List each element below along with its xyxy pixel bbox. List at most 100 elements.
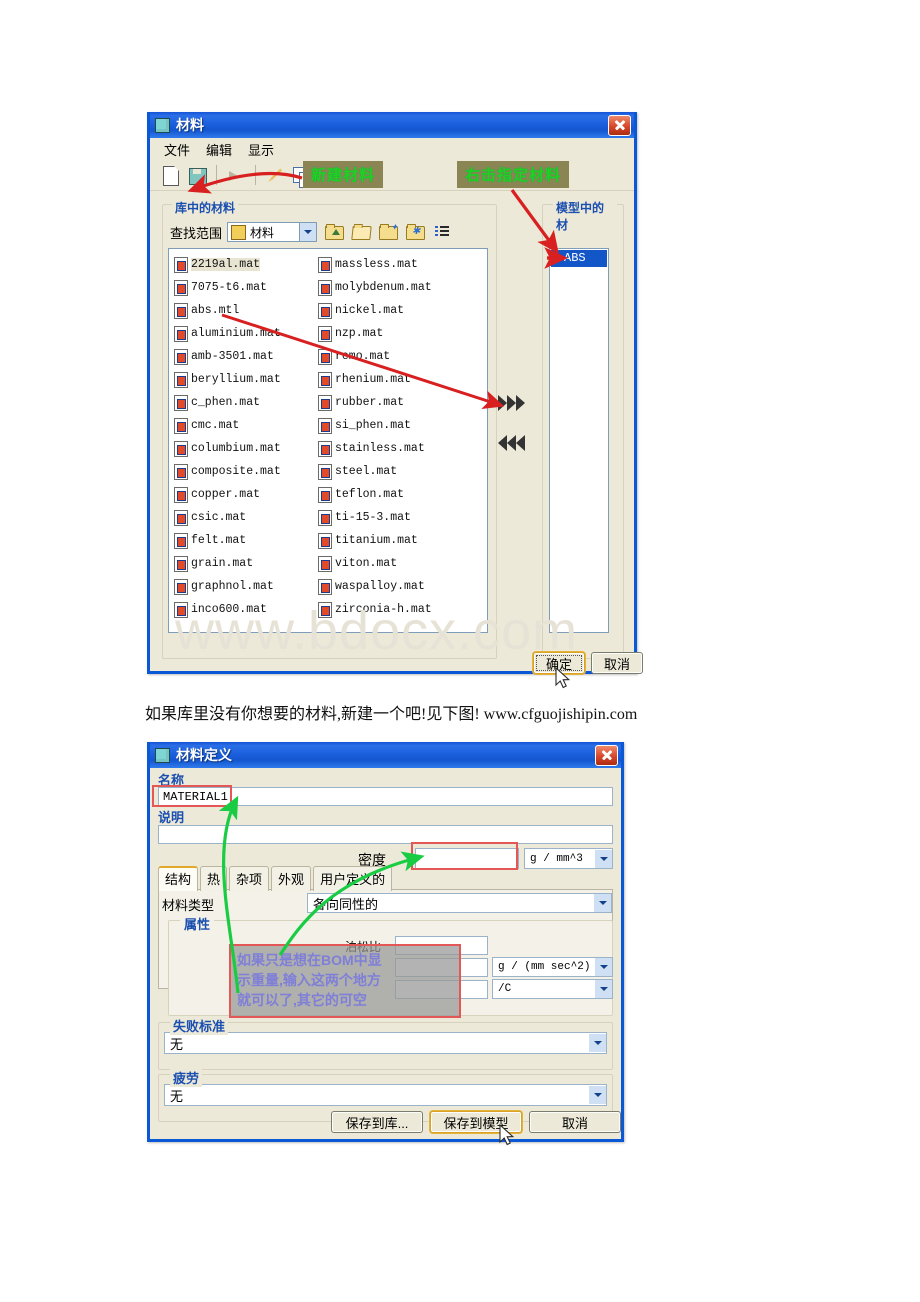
list-item[interactable]: 2219al.mat xyxy=(174,253,314,276)
library-file-list[interactable]: 2219al.mat massless.mat 7075-t6.mat molybde… xyxy=(168,248,488,633)
close-icon[interactable] xyxy=(608,114,631,136)
name-input[interactable]: MATERIAL1 xyxy=(158,787,613,806)
material-dialog-titlebar[interactable]: 材料 xyxy=(150,112,634,138)
list-item-label: zirconia-h.mat xyxy=(335,603,432,616)
triangle-left-icon xyxy=(516,435,525,451)
density-input[interactable] xyxy=(415,848,519,869)
density-unit-dropdown[interactable]: g / mm^3 xyxy=(524,848,613,869)
chevron-down-icon[interactable] xyxy=(589,1034,606,1052)
cancel-button[interactable]: 取消 xyxy=(591,652,643,674)
list-item[interactable]: csic.mat xyxy=(174,506,314,529)
tab-user-defined[interactable]: 用户定义的 xyxy=(313,866,393,891)
list-item[interactable]: inco600.mat xyxy=(174,598,314,621)
list-item[interactable]: ABS xyxy=(551,250,607,267)
save-to-model-button[interactable]: 保存到模型 xyxy=(430,1111,522,1133)
list-item[interactable]: composite.mat xyxy=(174,460,314,483)
menu-item-edit[interactable]: 编辑 xyxy=(206,140,232,159)
chevron-down-icon[interactable] xyxy=(595,958,612,976)
move-right-button[interactable] xyxy=(498,395,525,411)
ok-button[interactable]: 确定 xyxy=(533,652,585,674)
view-list-icon[interactable] xyxy=(432,223,452,241)
description-label: 说明 xyxy=(158,810,185,825)
list-item[interactable]: si_phen.mat xyxy=(318,414,487,437)
list-item[interactable]: stainless.mat xyxy=(318,437,487,460)
chevron-down-icon[interactable] xyxy=(595,980,612,998)
list-item[interactable]: rhenium.mat xyxy=(318,368,487,391)
list-item-label: composite.mat xyxy=(191,465,281,478)
list-item[interactable]: massless.mat xyxy=(318,253,487,276)
list-item[interactable]: cmc.mat xyxy=(174,414,314,437)
list-item[interactable]: nzp.mat xyxy=(318,322,487,345)
material-type-dropdown[interactable]: 各向同性的 xyxy=(307,893,612,913)
new-document-icon[interactable] xyxy=(160,164,182,186)
list-item[interactable]: copper.mat xyxy=(174,483,314,506)
list-item-label: beryllium.mat xyxy=(191,373,281,386)
accel-unit-dropdown[interactable]: g / (mm sec^2) xyxy=(492,957,613,977)
description-input[interactable] xyxy=(158,825,613,844)
list-item-label: csic.mat xyxy=(191,511,247,524)
list-item[interactable]: viton.mat xyxy=(318,552,487,575)
list-item[interactable]: beryllium.mat xyxy=(174,368,314,391)
list-item[interactable]: abs.mtl xyxy=(174,299,314,322)
folder-new-icon[interactable] xyxy=(378,222,399,241)
list-item[interactable]: columbium.mat xyxy=(174,437,314,460)
list-item[interactable]: grain.mat xyxy=(174,552,314,575)
material-type-value: 各向同性的 xyxy=(313,896,379,912)
edit-pencil-icon[interactable] xyxy=(264,164,286,186)
menu-item-file[interactable]: 文件 xyxy=(164,140,190,159)
model-material-list[interactable]: ABS xyxy=(549,248,609,633)
close-icon[interactable] xyxy=(595,744,618,766)
matdef-titlebar[interactable]: 材料定义 xyxy=(150,742,621,768)
material-file-icon xyxy=(318,463,332,480)
material-file-icon xyxy=(174,348,188,365)
list-item[interactable]: amb-3501.mat xyxy=(174,345,314,368)
chevron-down-icon[interactable] xyxy=(595,849,612,868)
list-item[interactable]: graphnol.mat xyxy=(174,575,314,598)
list-item-label: steel.mat xyxy=(335,465,398,478)
menu-item-view[interactable]: 显示 xyxy=(248,140,274,159)
list-item[interactable]: 7075-t6.mat xyxy=(174,276,314,299)
list-item[interactable]: rubber.mat xyxy=(318,391,487,414)
list-item[interactable]: nickel.mat xyxy=(318,299,487,322)
list-item[interactable]: molybdenum.mat xyxy=(318,276,487,299)
list-item-label: stainless.mat xyxy=(335,442,425,455)
folder-up-icon[interactable] xyxy=(324,223,345,241)
chevron-down-icon[interactable] xyxy=(299,223,317,241)
material-file-icon xyxy=(318,279,332,296)
tab-thermal[interactable]: 热 xyxy=(200,866,228,891)
save-icon[interactable] xyxy=(186,164,208,186)
find-scope-combo[interactable]: 材料 xyxy=(227,222,318,242)
folder-favorites-icon[interactable] xyxy=(405,223,426,241)
list-item[interactable]: zirconia-h.mat xyxy=(318,598,487,621)
fatigue-dropdown[interactable]: 无 xyxy=(164,1084,607,1106)
cancel-button[interactable]: 取消 xyxy=(529,1111,621,1133)
tab-appearance[interactable]: 外观 xyxy=(271,866,312,891)
list-item-label: grain.mat xyxy=(191,557,254,570)
move-left-button[interactable] xyxy=(498,435,525,451)
find-scope-label: 查找范围 xyxy=(170,225,223,241)
list-item[interactable]: aluminium.mat xyxy=(174,322,314,345)
list-item-label: viton.mat xyxy=(335,557,398,570)
list-item[interactable]: felt.mat xyxy=(174,529,314,552)
find-scope-value: 材料 xyxy=(250,225,275,240)
annotation-note-line3: 就可以了,其它的可空 xyxy=(237,992,367,1008)
list-item[interactable]: ti-15-3.mat xyxy=(318,506,487,529)
list-item[interactable]: remo.mat xyxy=(318,345,487,368)
list-item[interactable]: teflon.mat xyxy=(318,483,487,506)
failure-dropdown[interactable]: 无 xyxy=(164,1032,607,1054)
tab-misc[interactable]: 杂项 xyxy=(229,866,270,891)
tab-structure[interactable]: 结构 xyxy=(158,866,199,891)
list-item[interactable]: waspalloy.mat xyxy=(318,575,487,598)
list-item[interactable]: c_phen.mat xyxy=(174,391,314,414)
chevron-down-icon[interactable] xyxy=(589,1086,606,1104)
list-item[interactable]: steel.mat xyxy=(318,460,487,483)
apply-arrow-icon[interactable] xyxy=(225,164,247,186)
chevron-down-icon[interactable] xyxy=(594,894,611,912)
material-file-icon xyxy=(174,302,188,319)
annotation-note: 如果只是想在BOM中显 示重量,输入这两个地方 就可以了,其它的可空 xyxy=(229,944,461,1018)
save-to-library-button[interactable]: 保存到库... xyxy=(331,1111,423,1133)
folder-open-icon[interactable] xyxy=(351,223,372,241)
list-item[interactable]: titanium.mat xyxy=(318,529,487,552)
temp-unit-dropdown[interactable]: /C xyxy=(492,979,613,999)
material-file-icon xyxy=(318,532,332,549)
